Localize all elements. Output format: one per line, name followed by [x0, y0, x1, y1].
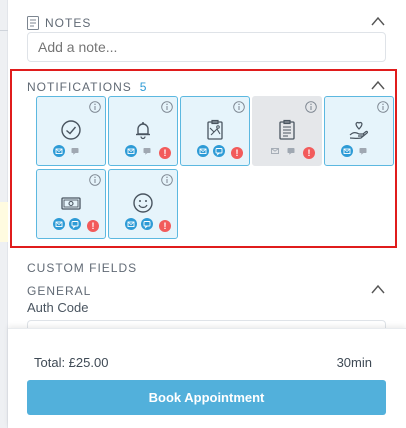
divider [0, 30, 8, 31]
notes-input[interactable] [27, 32, 386, 62]
left-edge-strip [0, 0, 8, 428]
chevron-up-icon[interactable] [370, 14, 386, 30]
auth-code-label: Auth Code [27, 300, 89, 315]
duration: 30min [336, 355, 372, 370]
custom-fields-heading: CUSTOM FIELDS [27, 261, 138, 275]
general-heading: GENERAL [27, 284, 92, 298]
book-appointment-button[interactable]: Book Appointment [27, 380, 386, 415]
chevron-up-icon[interactable] [370, 282, 386, 298]
total-price: Total: £25.00 [34, 355, 109, 370]
notes-heading: NOTES [45, 16, 92, 30]
notifications-highlight-box [10, 69, 397, 248]
note-icon [27, 16, 39, 30]
yellow-strip [0, 202, 8, 242]
